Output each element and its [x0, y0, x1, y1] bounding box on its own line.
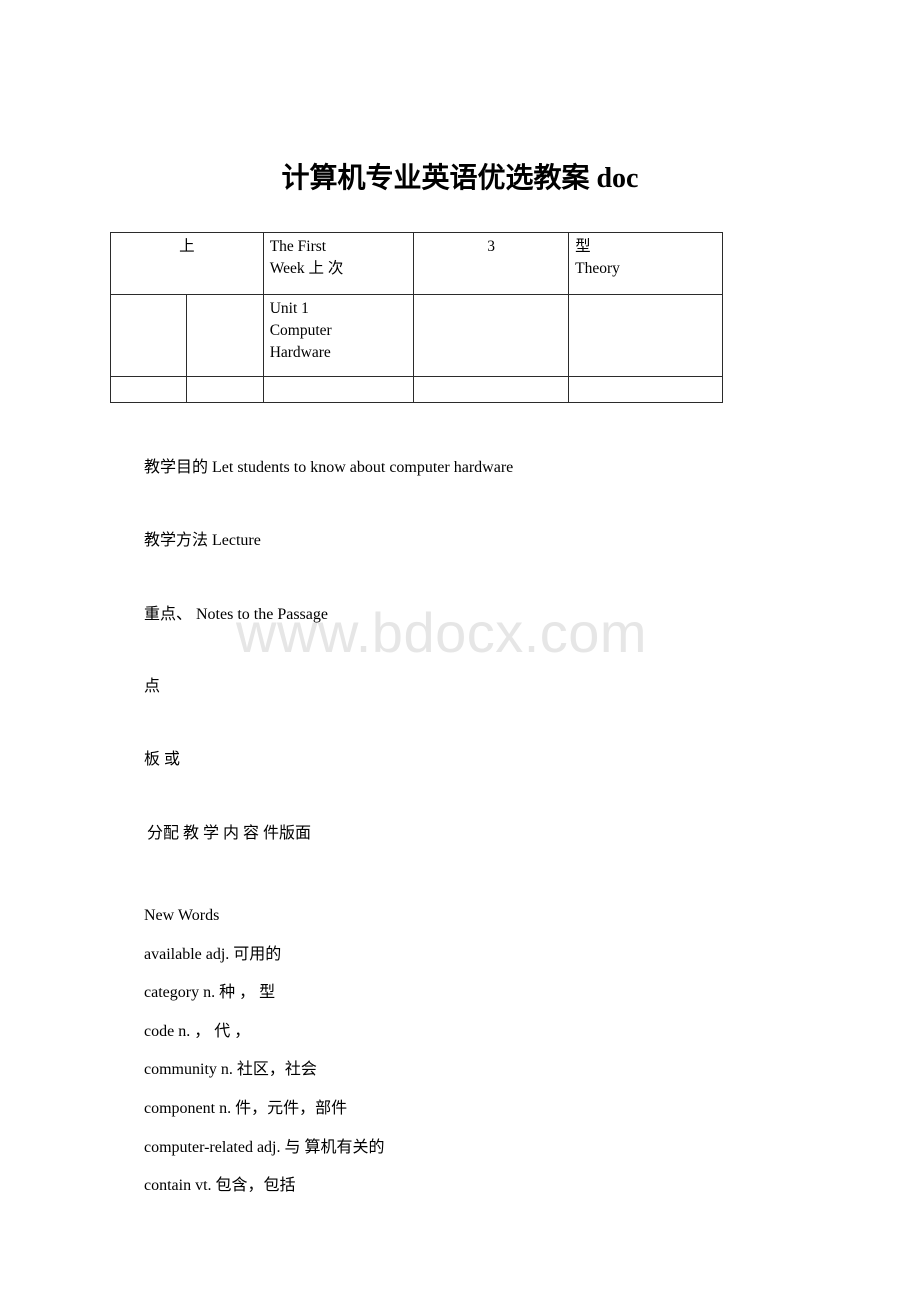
document-page: 计算机专业英语优选教案 doc 上 The First Week 上 次 3 型…: [0, 0, 920, 1302]
vocabulary-list: New Words available adj. 可用的 category n.…: [144, 897, 385, 1206]
vocabulary-heading: New Words: [144, 907, 220, 924]
table-cell-week-line2: Week 上 次: [269, 260, 344, 277]
table-row: [109, 376, 723, 403]
table-cell-week: The First Week 上 次: [262, 232, 415, 295]
paragraph-difficult-points: 点: [144, 678, 161, 695]
course-info-table: 上 The First Week 上 次 3 型 Theory Unit 1 C…: [109, 232, 723, 403]
table-cell-semester: 上: [110, 232, 264, 295]
table-cell-empty-r3c2: [186, 376, 264, 403]
table-cell-type-line1: 型: [575, 238, 591, 255]
table-cell-empty-r3c1: [109, 376, 188, 403]
paragraph-teaching-objective: 教学目的 Let students to know about computer…: [144, 459, 514, 476]
vocabulary-item: computer-related adj. 与 算机有关的: [144, 1138, 385, 1156]
table-cell-empty-r2c1: [109, 294, 188, 377]
paragraph-allocation-content: 分配 教 学 内 容 件版面: [147, 825, 312, 842]
table-cell-unit: Unit 1 Computer Hardware: [262, 294, 415, 377]
table-cell-empty-r3c5: [568, 376, 723, 403]
table-cell-empty-r3c4: [413, 376, 570, 403]
table-row: 上 The First Week 上 次 3 型 Theory: [110, 232, 723, 295]
paragraph-key-points: 重点、 Notes to the Passage: [144, 606, 328, 623]
table-cell-empty-r2c5: [568, 294, 723, 377]
vocabulary-item: contain vt. 包含，包括: [144, 1177, 296, 1195]
table-cell-unit-line2: Computer: [269, 322, 332, 339]
paragraph-board-or: 板 或: [144, 751, 181, 768]
vocabulary-item: code n. ， 代 ，: [144, 1022, 251, 1040]
table-cell-type-line2: Theory: [575, 260, 620, 277]
table-body: 上 The First Week 上 次 3 型 Theory Unit 1 C…: [109, 232, 723, 403]
vocabulary-item: available adj. 可用的: [144, 945, 282, 963]
table-cell-empty-r3c3: [262, 376, 415, 403]
table-cell-unit-line3: Hardware: [269, 344, 331, 361]
table-row: Unit 1 Computer Hardware: [109, 294, 723, 377]
table-cell-unit-line1: Unit 1: [269, 300, 309, 317]
vocabulary-item: community n. 社区，社会: [144, 1061, 317, 1079]
vocabulary-item: component n. 件，元件，部件: [144, 1099, 348, 1117]
page-title: 计算机专业英语优选教案 doc: [281, 162, 639, 194]
table-cell-empty-r2c2: [186, 294, 264, 377]
table-cell-type: 型 Theory: [568, 232, 723, 295]
table-cell-hours: 3: [413, 232, 570, 295]
paragraph-teaching-method: 教学方法 Lecture: [144, 532, 261, 549]
table-cell-empty-r2c4: [413, 294, 570, 377]
table-cell-week-line1: The First: [269, 238, 327, 255]
vocabulary-item: category n. 种 ， 型: [144, 984, 276, 1002]
